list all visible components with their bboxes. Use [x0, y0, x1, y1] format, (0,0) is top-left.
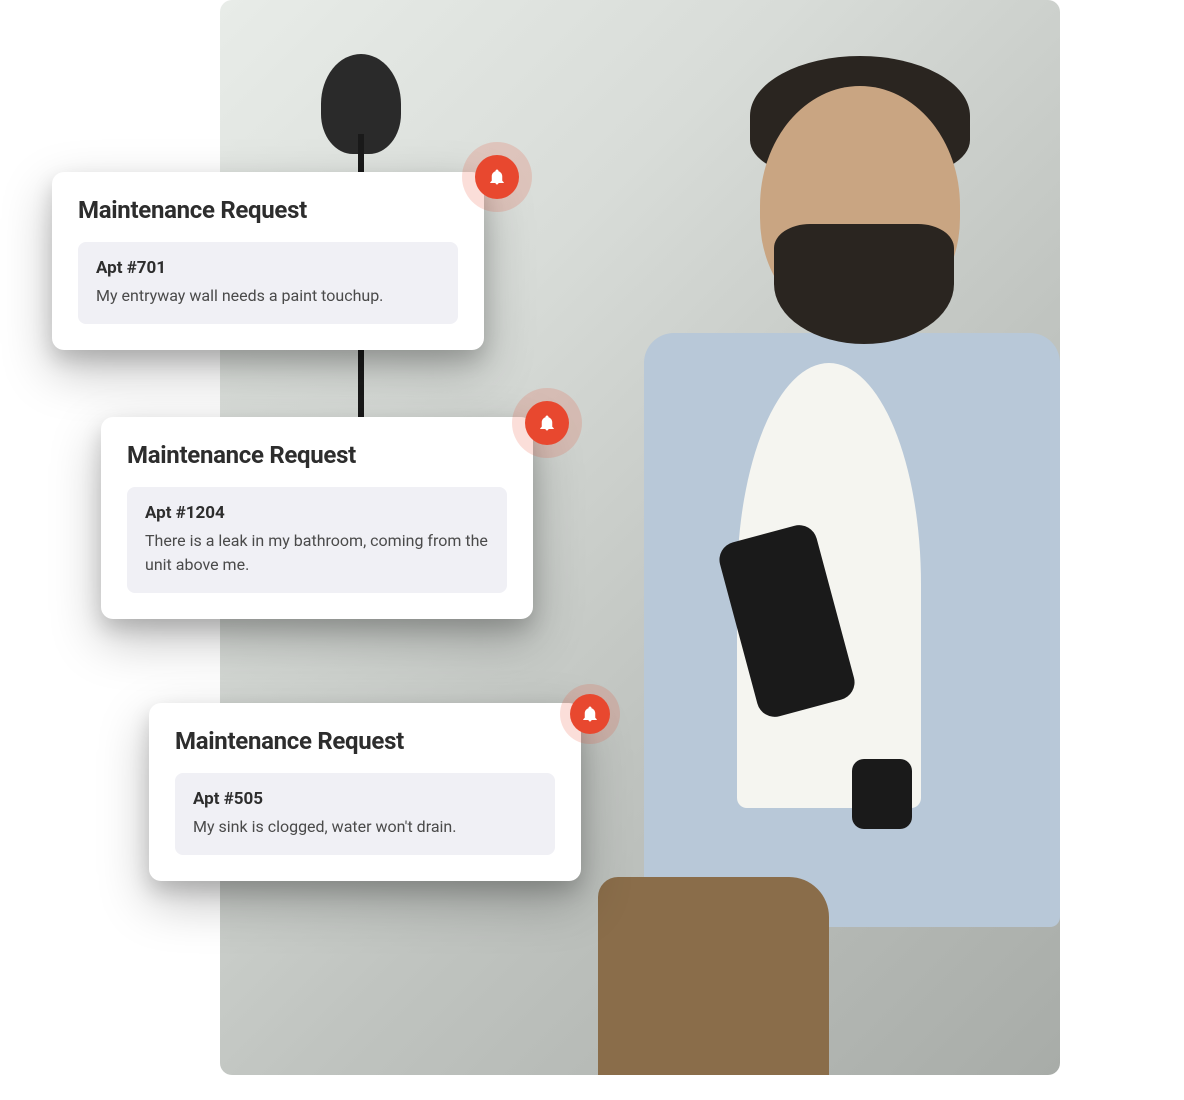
notification-body: Apt #1204 There is a leak in my bathroom…	[127, 487, 507, 593]
bell-notification-icon	[512, 388, 582, 458]
notification-body: Apt #701 My entryway wall needs a paint …	[78, 242, 458, 324]
apartment-label: Apt #505	[193, 789, 537, 809]
apartment-label: Apt #701	[96, 258, 440, 278]
notification-title: Maintenance Request	[175, 727, 555, 755]
bell-icon	[488, 168, 506, 186]
bell-notification-icon	[462, 142, 532, 212]
notification-body: Apt #505 My sink is clogged, water won't…	[175, 773, 555, 855]
notification-message: My entryway wall needs a paint touchup.	[96, 284, 440, 308]
notification-title: Maintenance Request	[78, 196, 458, 224]
notification-card[interactable]: Maintenance Request Apt #1204 There is a…	[101, 417, 533, 619]
bell-notification-icon	[560, 684, 620, 744]
bell-icon	[581, 705, 599, 723]
notification-title: Maintenance Request	[127, 441, 507, 469]
notification-card[interactable]: Maintenance Request Apt #505 My sink is …	[149, 703, 581, 881]
apartment-label: Apt #1204	[145, 503, 489, 523]
person-figure	[598, 86, 1060, 1075]
notification-message: My sink is clogged, water won't drain.	[193, 815, 537, 839]
notification-card[interactable]: Maintenance Request Apt #701 My entryway…	[52, 172, 484, 350]
notification-message: There is a leak in my bathroom, coming f…	[145, 529, 489, 577]
bell-icon	[538, 414, 556, 432]
